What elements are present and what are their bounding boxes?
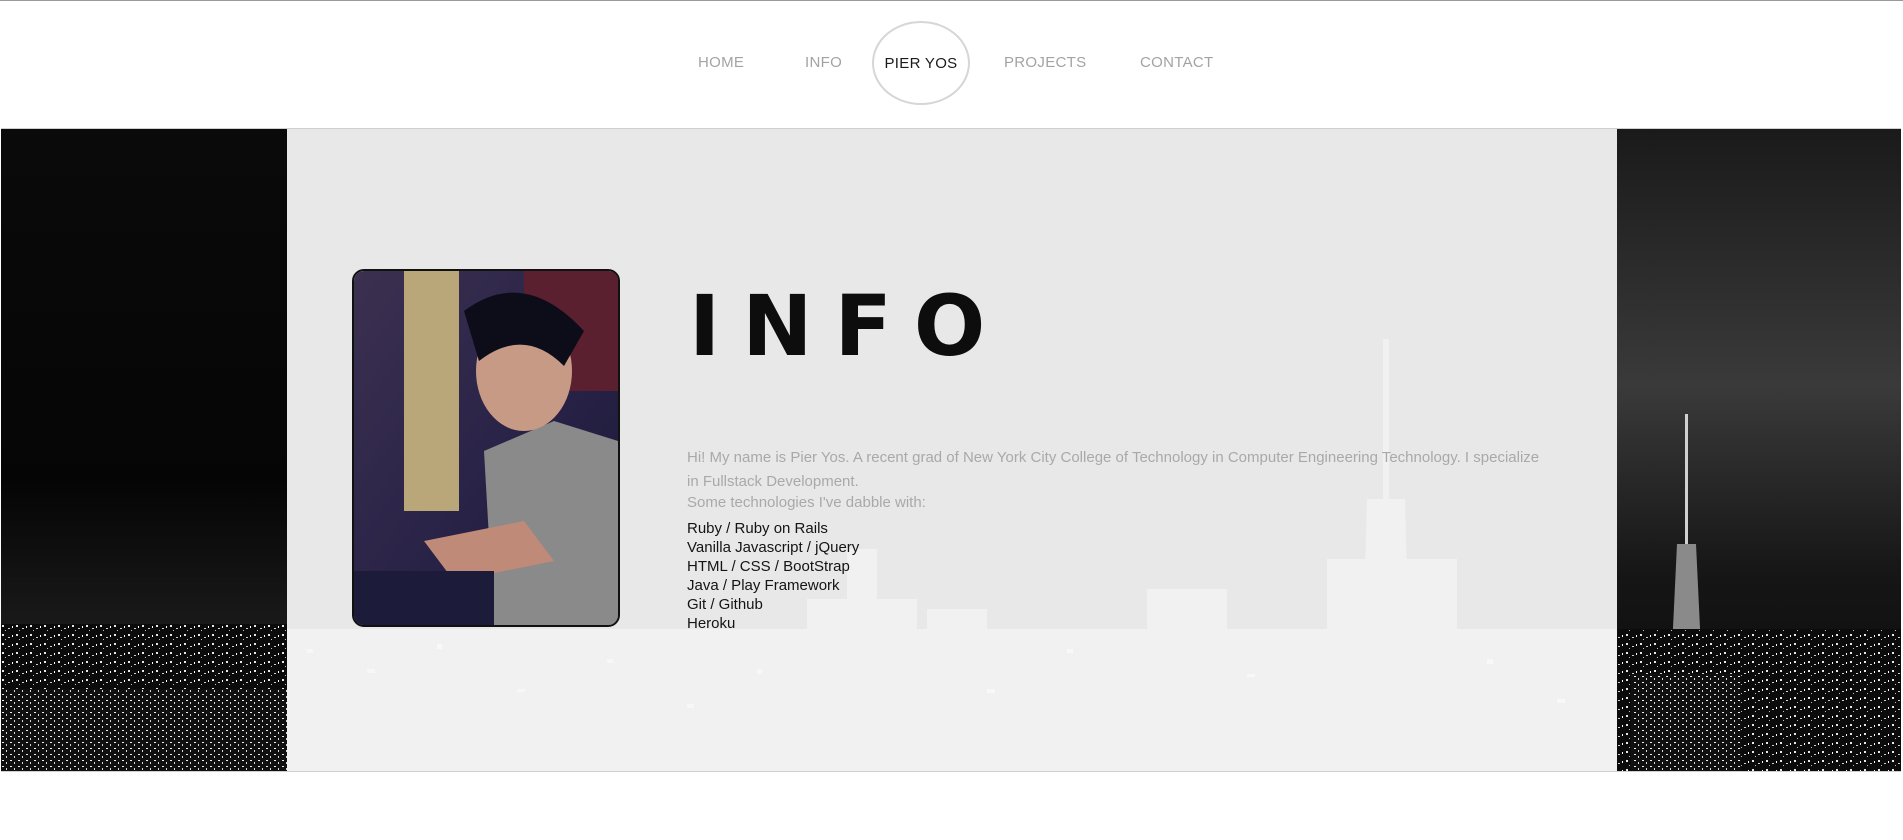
profile-photo-image xyxy=(354,271,618,625)
profile-photo xyxy=(352,269,620,627)
tech-item: Ruby / Ruby on Rails xyxy=(687,520,828,537)
brand-name: PIER YOS xyxy=(884,54,958,72)
tech-item: Heroku xyxy=(687,615,736,632)
info-section: INFO Hi! My name is Pier Yos. A recent g… xyxy=(1,128,1901,772)
tech-intro: Some technologies I've dabble with: xyxy=(687,494,926,511)
section-title: INFO xyxy=(689,277,1008,375)
nav-info[interactable]: INFO xyxy=(805,54,842,71)
tech-list: Ruby / Ruby on Rails Vanilla Javascript … xyxy=(687,519,859,633)
brand-logo[interactable]: PIER YOS xyxy=(872,21,970,105)
tech-item: HTML / CSS / BootStrap xyxy=(687,558,850,575)
tech-item: Java / Play Framework xyxy=(687,577,840,594)
tech-item: Git / Github xyxy=(687,596,763,613)
bio-text: Hi! My name is Pier Yos. A recent grad o… xyxy=(687,449,1540,490)
nav-home[interactable]: HOME xyxy=(698,54,744,71)
tech-item: Vanilla Javascript / jQuery xyxy=(687,539,860,556)
nav-contact[interactable]: CONTACT xyxy=(1140,54,1213,71)
main-nav: HOME INFO PIER YOS PROJECTS CONTACT xyxy=(0,0,1903,128)
nav-projects[interactable]: PROJECTS xyxy=(1004,54,1086,71)
